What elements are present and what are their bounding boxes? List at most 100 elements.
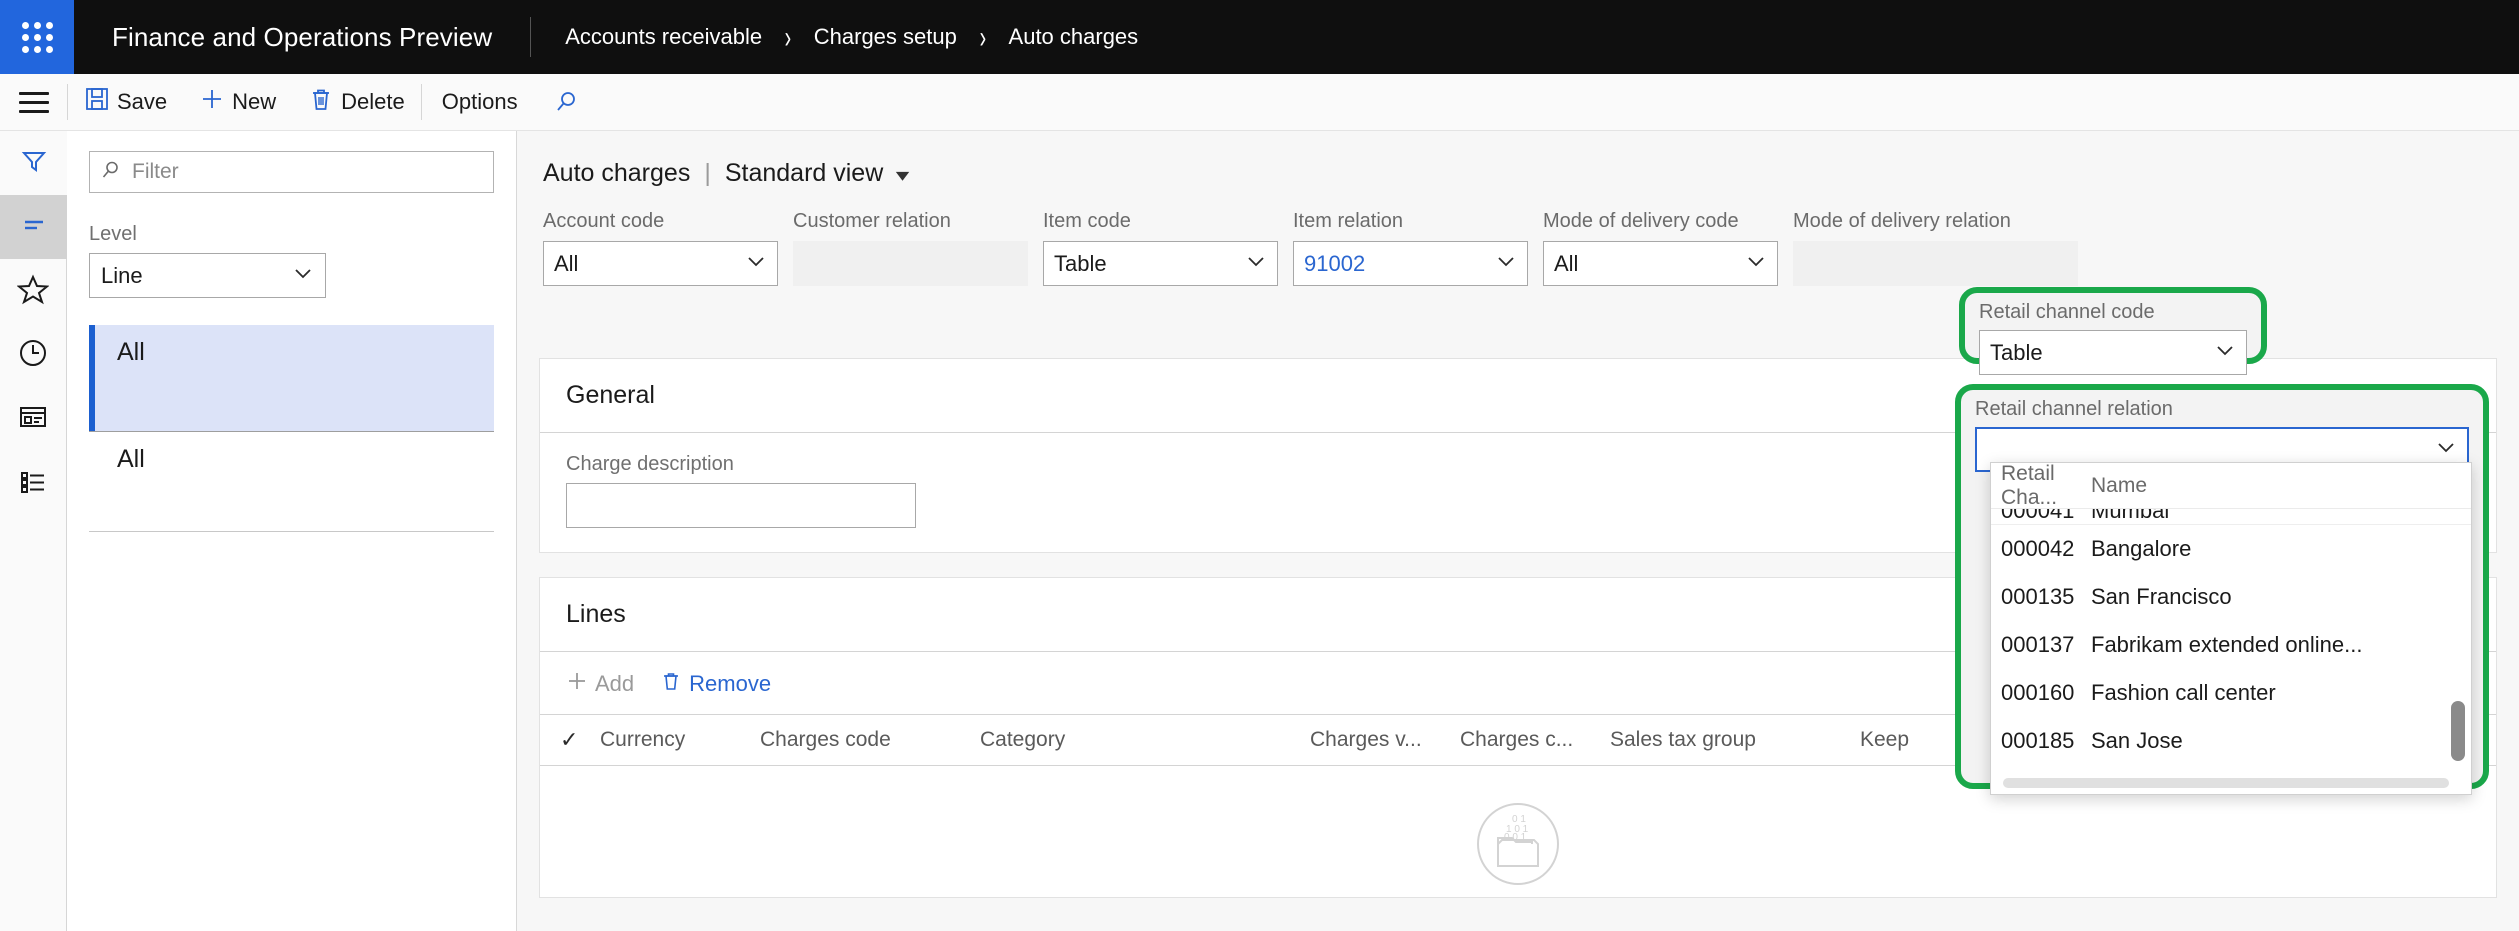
- account-code-label: Account code: [543, 210, 778, 233]
- item-code-select[interactable]: Table: [1043, 241, 1278, 286]
- mode-of-delivery-code-value: All: [1554, 251, 1578, 277]
- list-item[interactable]: 000042 Bangalore: [1991, 525, 2471, 573]
- retail-channel-relation-dropdown[interactable]: Retail Cha... Name 000041 Mumbai 000042 …: [1990, 462, 2472, 795]
- select-all-checkmark-icon[interactable]: ✓: [560, 727, 600, 753]
- sidebar-item-workspaces[interactable]: [0, 387, 67, 451]
- dropdown-column-name: Name: [2091, 474, 2461, 498]
- options-button[interactable]: Options: [422, 74, 538, 131]
- remove-label: Remove: [689, 671, 771, 697]
- column-header-category[interactable]: Category: [980, 728, 1310, 752]
- breadcrumb: Accounts receivable › Charges setup › Au…: [531, 0, 1172, 74]
- field-account-code: Account code All: [543, 210, 793, 286]
- item-code-label: Item code: [1043, 210, 1278, 233]
- filter-input[interactable]: [130, 159, 483, 185]
- retail-channel-code-highlight: Retail channel code Table: [1959, 287, 2267, 364]
- retail-channel-code-select[interactable]: Table: [1979, 330, 2247, 375]
- field-item-code: Item code Table: [1043, 210, 1293, 286]
- trash-icon: [660, 670, 682, 698]
- sidebar-item-favorites[interactable]: [0, 259, 67, 323]
- sidebar-item-recent[interactable]: [0, 323, 67, 387]
- mode-of-delivery-code-select[interactable]: All: [1543, 241, 1778, 286]
- dropdown-column-headers: Retail Cha... Name: [1991, 463, 2471, 509]
- dropdown-row-id: 000135: [2001, 584, 2091, 610]
- dropdown-row-name: Fashion call center: [2091, 680, 2276, 706]
- waffle-grid: [22, 22, 53, 53]
- mode-of-delivery-relation-value-box: [1793, 241, 2078, 286]
- mode-of-delivery-relation-label: Mode of delivery relation: [1793, 210, 2078, 233]
- column-header-charges-currency[interactable]: Charges c...: [1460, 728, 1610, 752]
- dropdown-row-id: 000041: [2001, 509, 2091, 524]
- app-title: Finance and Operations Preview: [74, 0, 530, 74]
- list-item[interactable]: 000137 Fabrikam extended online...: [1991, 621, 2471, 669]
- view-name: Standard view: [725, 159, 883, 187]
- retail-channel-relation-label: Retail channel relation: [1975, 398, 2469, 421]
- remove-line-button[interactable]: Remove: [660, 670, 771, 698]
- options-label: Options: [442, 89, 518, 115]
- list-item[interactable]: 000041 Mumbai: [1991, 509, 2471, 525]
- filter-funnel-button[interactable]: [0, 131, 67, 195]
- svg-text:0 0 1: 0 0 1: [1504, 832, 1527, 843]
- filter-input-wrapper[interactable]: [89, 151, 494, 193]
- field-item-relation: Item relation 91002: [1293, 210, 1543, 286]
- level-label: Level: [89, 223, 494, 246]
- level-select[interactable]: Line: [89, 253, 326, 298]
- chevron-down-icon: ▾: [896, 165, 910, 186]
- list-item[interactable]: All: [89, 432, 494, 532]
- retail-channel-code-value: Table: [1990, 340, 2043, 366]
- dropdown-horizontal-scrollbar[interactable]: [2003, 778, 2449, 788]
- dropdown-row-name: Mumbai: [2091, 509, 2169, 524]
- list-item[interactable]: 000185 San Jose: [1991, 717, 2471, 765]
- list-item[interactable]: 000135 San Francisco: [1991, 573, 2471, 621]
- breadcrumb-item-accounts-receivable[interactable]: Accounts receivable: [565, 24, 762, 50]
- top-navigation-bar: Finance and Operations Preview Accounts …: [0, 0, 2519, 74]
- dropdown-vertical-scrollbar[interactable]: [2451, 701, 2465, 761]
- breadcrumb-chevron-icon: ›: [785, 19, 792, 55]
- chevron-down-icon: [1745, 250, 1767, 278]
- account-code-select[interactable]: All: [543, 241, 778, 286]
- field-customer-relation: Customer relation: [793, 210, 1043, 286]
- search-icon: [100, 159, 130, 186]
- grid-view-button[interactable]: [0, 195, 67, 259]
- chevron-down-icon: [2214, 339, 2236, 367]
- app-launcher-icon[interactable]: [0, 0, 74, 74]
- group-label: All: [117, 338, 145, 367]
- dropdown-row-name: Fabrikam extended online...: [2091, 632, 2363, 658]
- list-icon: [17, 465, 49, 502]
- plus-icon: [199, 86, 225, 118]
- column-header-currency[interactable]: Currency: [600, 728, 760, 752]
- view-selector[interactable]: Standard view ▾: [725, 159, 907, 188]
- sidebar-item-modules[interactable]: [0, 451, 67, 515]
- customer-relation-label: Customer relation: [793, 210, 1028, 233]
- list-item[interactable]: 000160 Fashion call center: [1991, 669, 2471, 717]
- new-button[interactable]: New: [183, 74, 292, 131]
- header-field-strip: Account code All Customer relation Item …: [517, 188, 2519, 286]
- column-header-charges-code[interactable]: Charges code: [760, 728, 980, 752]
- item-relation-select[interactable]: 91002: [1293, 241, 1528, 286]
- list-item[interactable]: All: [89, 325, 494, 432]
- star-icon: [17, 273, 49, 310]
- add-label: Add: [595, 671, 634, 697]
- trash-icon: [308, 86, 334, 118]
- breadcrumb-item-auto-charges[interactable]: Auto charges: [1009, 24, 1139, 50]
- breadcrumb-item-charges-setup[interactable]: Charges setup: [814, 24, 957, 50]
- item-relation-value: 91002: [1304, 251, 1365, 277]
- customer-relation-value-box: [793, 241, 1028, 286]
- chevron-down-icon: [2435, 436, 2457, 464]
- delete-button[interactable]: Delete: [292, 74, 421, 131]
- search-icon[interactable]: [538, 74, 596, 131]
- funnel-icon: [20, 147, 48, 180]
- clock-icon: [17, 337, 49, 374]
- column-header-sales-tax-group[interactable]: Sales tax group: [1610, 728, 1860, 752]
- column-header-charges-value[interactable]: Charges v...: [1310, 728, 1460, 752]
- save-icon: [84, 86, 110, 118]
- command-bar: Save New Delete Options: [0, 74, 2519, 131]
- dropdown-row-name: San Jose: [2091, 728, 2183, 754]
- chevron-down-icon: [1495, 250, 1517, 278]
- delete-label: Delete: [341, 89, 405, 115]
- charge-description-input[interactable]: [566, 483, 916, 528]
- save-button[interactable]: Save: [68, 74, 183, 131]
- hamburger-menu-icon[interactable]: [0, 74, 67, 131]
- item-relation-label: Item relation: [1293, 210, 1528, 233]
- filter-pane: Level Line All All: [67, 131, 517, 931]
- add-line-button[interactable]: Add: [566, 670, 634, 698]
